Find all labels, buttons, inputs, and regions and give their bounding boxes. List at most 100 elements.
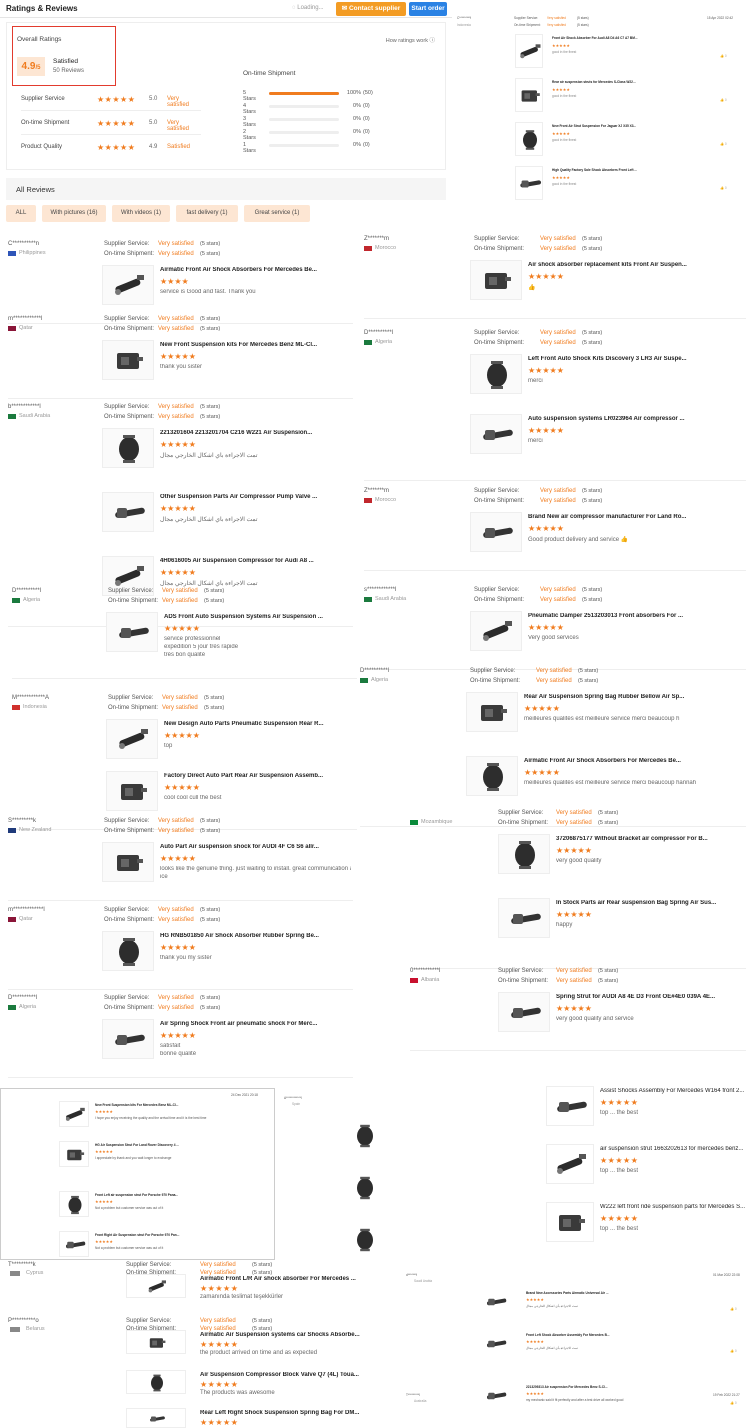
product-title[interactable]: New Front Suspension kits For Mercedes B… bbox=[160, 342, 351, 348]
reviewed-product[interactable]: Other Suspension Parts Air Compressor Pu… bbox=[102, 492, 353, 536]
product-title[interactable]: Rear air suspension struts for Mercedes … bbox=[552, 80, 636, 84]
product-title[interactable]: Front Right Air Suspension strut For Por… bbox=[95, 1233, 179, 1237]
product-thumbnail[interactable] bbox=[498, 898, 550, 938]
reviewed-product[interactable]: ADS Front Auto Suspension Systems Air Su… bbox=[106, 612, 357, 666]
product-thumbnail[interactable] bbox=[348, 1120, 382, 1152]
product-title[interactable]: air suspension strut 1663202613 for merc… bbox=[600, 1146, 746, 1152]
product-thumbnail[interactable] bbox=[470, 611, 522, 651]
product-thumbnail[interactable] bbox=[126, 1274, 186, 1298]
product-title[interactable]: Other Suspension Parts Air Compressor Pu… bbox=[160, 494, 351, 500]
product-title[interactable]: 37206875177 Without Bracket air compress… bbox=[556, 836, 744, 842]
like-icon[interactable]: 👍 0 bbox=[720, 98, 727, 102]
reviewed-product[interactable]: Air shock absorber replacement kits Fron… bbox=[470, 260, 746, 304]
product-thumbnail[interactable] bbox=[59, 1191, 89, 1217]
product-thumbnail[interactable] bbox=[515, 34, 543, 68]
product-title[interactable]: Brand New Accessories Parts Airmatic Uni… bbox=[526, 1291, 609, 1295]
product-title[interactable]: New Front Suspension kits For Mercedes B… bbox=[95, 1103, 178, 1107]
product-title[interactable]: Left Front Auto Shock Kits Discovery 3 L… bbox=[528, 356, 744, 362]
product-title[interactable]: 2213209313 Air suspension For Mercedes B… bbox=[526, 1385, 608, 1389]
product-thumbnail[interactable] bbox=[498, 834, 550, 874]
like-icon[interactable]: 👍 0 bbox=[720, 142, 727, 146]
reviewed-product[interactable]: HG RNB501850 Air Shock Absorber Rubber S… bbox=[102, 931, 353, 975]
product-thumbnail[interactable] bbox=[102, 492, 154, 532]
product-title[interactable]: Airmatic Front L/R Air shock absorber Fo… bbox=[200, 1276, 396, 1282]
product-thumbnail[interactable] bbox=[470, 414, 522, 454]
how-ratings-work-link[interactable]: How ratings work ⓘ bbox=[386, 36, 435, 44]
product-thumbnail[interactable] bbox=[126, 1408, 186, 1428]
product-title[interactable]: Brand New air compressor manufacturer Fo… bbox=[528, 514, 744, 520]
product-title[interactable]: Airmatic Front Air Shock Absorbers For M… bbox=[160, 267, 351, 273]
product-thumbnail[interactable] bbox=[474, 1383, 518, 1409]
product-thumbnail[interactable] bbox=[470, 512, 522, 552]
product-title[interactable]: Rear Air Suspension Spring Bag Rubber Be… bbox=[524, 694, 744, 700]
reviewed-product[interactable]: Brand New air compressor manufacturer Fo… bbox=[470, 512, 746, 556]
product-thumbnail[interactable] bbox=[474, 1331, 518, 1357]
reviewed-product[interactable]: Airmatic Front Air Shock Absorbers For M… bbox=[466, 756, 746, 800]
product-thumbnail[interactable] bbox=[59, 1141, 89, 1167]
reviewed-product[interactable]: Auto suspension systems LR023964 Air com… bbox=[470, 414, 746, 458]
reviewed-product[interactable]: New Front Suspension kits For Mercedes B… bbox=[102, 340, 353, 384]
product-thumbnail[interactable] bbox=[102, 931, 154, 971]
product-thumbnail[interactable] bbox=[474, 1289, 518, 1315]
product-title[interactable]: High Quality Factory Sale Shock Absorber… bbox=[552, 168, 637, 172]
product-thumbnail[interactable] bbox=[106, 719, 158, 759]
product-title[interactable]: New Front Air Strut Suspension For Jagua… bbox=[552, 124, 636, 128]
product-title[interactable]: Auto Part Air suspension shock for AUDI … bbox=[160, 844, 351, 850]
like-icon[interactable]: 👍 0 bbox=[720, 186, 727, 190]
product-title[interactable]: Airmatic Air Suspension systems car Shoc… bbox=[200, 1332, 396, 1338]
like-icon[interactable]: 👍 0 bbox=[730, 1401, 737, 1405]
filter-with-pictures[interactable]: With pictures (16) bbox=[42, 205, 106, 222]
product-title[interactable]: New Design Auto Parts Pneumatic Suspensi… bbox=[164, 721, 355, 727]
like-icon[interactable]: 👍 0 bbox=[730, 1349, 737, 1353]
product-title[interactable]: Assist Shocks Assembly For Mercedes W164… bbox=[600, 1088, 746, 1094]
reviewed-product[interactable]: Airmatic Front Air Shock Absorbers For M… bbox=[102, 265, 353, 309]
reviewed-product[interactable]: New Design Auto Parts Pneumatic Suspensi… bbox=[106, 719, 357, 763]
product-title[interactable]: Spring Strut for AUDI A8 4E D3 Front OE#… bbox=[556, 994, 744, 1000]
reviewed-product[interactable]: Spring Strut for AUDI A8 4E D3 Front OE#… bbox=[498, 992, 746, 1036]
product-thumbnail[interactable] bbox=[102, 265, 154, 305]
filter-all[interactable]: ALL bbox=[6, 205, 36, 222]
product-thumbnail[interactable] bbox=[546, 1202, 594, 1242]
product-thumbnail[interactable] bbox=[102, 340, 154, 380]
product-thumbnail[interactable] bbox=[348, 1224, 382, 1256]
reviewed-product[interactable]: Left Front Auto Shock Kits Discovery 3 L… bbox=[470, 354, 746, 398]
product-title[interactable]: Factory Direct Auto Part Rear Air Suspen… bbox=[164, 773, 355, 779]
product-title[interactable]: Auto suspension systems LR023964 Air com… bbox=[528, 416, 744, 422]
product-title[interactable]: Front Left air suspension strut For Pors… bbox=[95, 1193, 178, 1197]
product-thumbnail[interactable] bbox=[470, 354, 522, 394]
product-thumbnail[interactable] bbox=[348, 1172, 382, 1204]
filter-with-videos[interactable]: With videos (1) bbox=[112, 205, 170, 222]
reviewed-product[interactable]: Air Spring Shock Front air pneumatic sho… bbox=[102, 1019, 353, 1063]
product-title[interactable]: Pneumatic Damper 2513203013 Front absorb… bbox=[528, 613, 744, 619]
product-title[interactable]: Air shock absorber replacement kits Fron… bbox=[528, 262, 744, 268]
product-title[interactable]: Front Left Shock Absorber Assembly For M… bbox=[526, 1333, 610, 1337]
product-title[interactable]: Rear Left Right Shock Suspension Spring … bbox=[200, 1410, 396, 1416]
product-thumbnail[interactable] bbox=[106, 771, 158, 811]
reviewed-product[interactable]: 37206875177 Without Bracket air compress… bbox=[498, 834, 746, 878]
like-icon[interactable]: 👍 0 bbox=[720, 54, 727, 58]
product-thumbnail[interactable] bbox=[546, 1086, 594, 1126]
product-title[interactable]: W222 left front ride suspension parts fo… bbox=[600, 1204, 746, 1210]
start-order-button[interactable]: Start order bbox=[409, 2, 447, 16]
product-thumbnail[interactable] bbox=[470, 260, 522, 300]
filter-great-service[interactable]: Great service (1) bbox=[244, 205, 310, 222]
reviewed-product[interactable]: Factory Direct Auto Part Rear Air Suspen… bbox=[106, 771, 357, 815]
product-thumbnail[interactable] bbox=[106, 612, 158, 652]
product-title[interactable]: HG RNB501850 Air Shock Absorber Rubber S… bbox=[160, 933, 351, 939]
product-thumbnail[interactable] bbox=[102, 842, 154, 882]
reviewed-product[interactable]: In Stock Parts air Rear suspension Bag S… bbox=[498, 898, 746, 942]
contact-supplier-button[interactable]: ✉ Contact supplier bbox=[336, 2, 406, 16]
product-thumbnail[interactable] bbox=[466, 756, 518, 796]
product-title[interactable]: Air Suspension Compressor Block Valve Q7… bbox=[200, 1372, 396, 1378]
product-title[interactable]: In Stock Parts air Rear suspension Bag S… bbox=[556, 900, 744, 906]
product-thumbnail[interactable] bbox=[59, 1231, 89, 1257]
product-thumbnail[interactable] bbox=[515, 166, 543, 200]
product-thumbnail[interactable] bbox=[466, 692, 518, 732]
product-thumbnail[interactable] bbox=[102, 1019, 154, 1059]
product-thumbnail[interactable] bbox=[546, 1144, 594, 1184]
product-thumbnail[interactable] bbox=[515, 122, 543, 156]
product-title[interactable]: Air Spring Shock Front air pneumatic sho… bbox=[160, 1021, 351, 1027]
product-title[interactable]: ADS Front Auto Suspension Systems Air Su… bbox=[164, 614, 355, 620]
like-icon[interactable]: 👍 0 bbox=[730, 1307, 737, 1311]
reviewed-product[interactable]: 2213201604 2213201704 C216 W221 Air Susp… bbox=[102, 428, 353, 472]
